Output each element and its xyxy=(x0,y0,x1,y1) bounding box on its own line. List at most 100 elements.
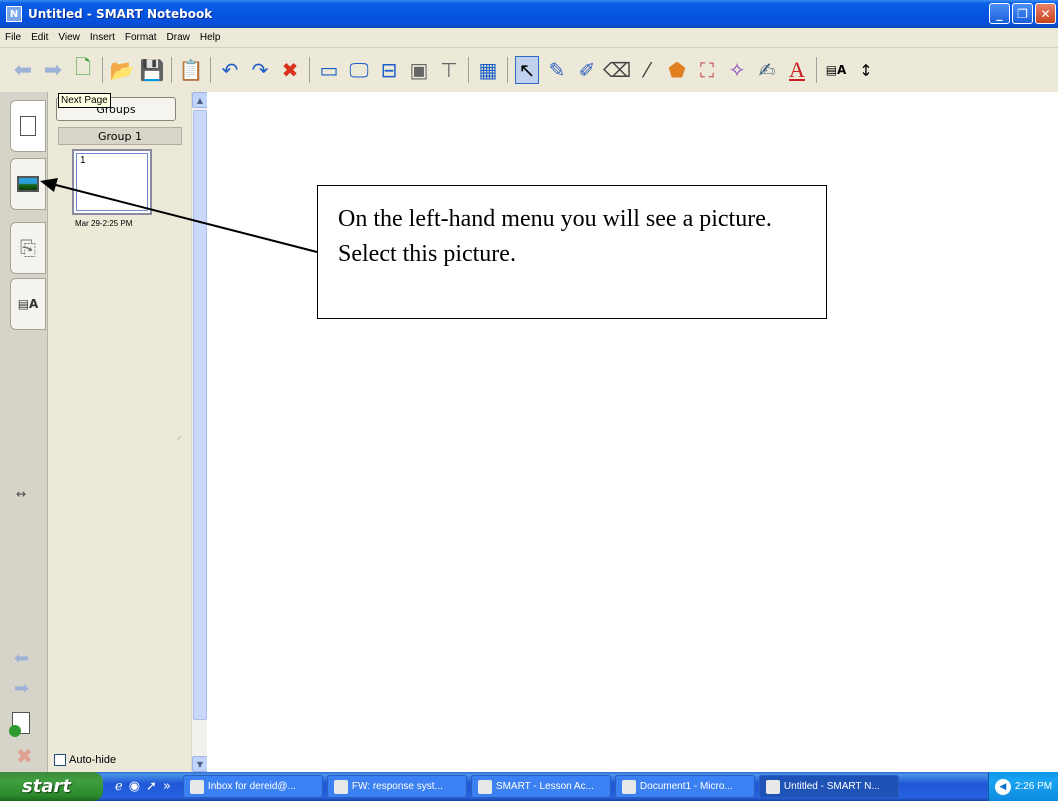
toolbar-divider xyxy=(816,57,817,83)
main-toolbar: ⬅ ➡ 🗋 📂 💾 📋 ↶ ↷ ✖ ▭ 🖵 ⊟ ▣ ⊤ ▦ ↖ ✎ ✐ ⌫ ⁄ … xyxy=(0,48,1058,92)
side-tab-bar: ⎘ ▤A ↔ ⬅ ➡ ✖ xyxy=(0,92,48,772)
mail-icon xyxy=(333,779,348,794)
capture-icon[interactable]: ▣ xyxy=(407,56,431,84)
page-thumbnail[interactable]: 1 xyxy=(72,149,152,215)
whiteboard-canvas[interactable]: On the left-hand menu you will see a pic… xyxy=(207,92,1058,772)
screen-shade-icon[interactable]: ▭ xyxy=(317,56,341,84)
tooltip: Next Page xyxy=(58,93,111,108)
browser-icon xyxy=(477,779,492,794)
toolbar-divider xyxy=(102,57,103,83)
title-bar: N Untitled - SMART Notebook _ ❐ ✕ xyxy=(0,0,1058,28)
browser-icon[interactable]: ℯ xyxy=(115,779,123,794)
window-controls: _ ❐ ✕ xyxy=(989,3,1056,24)
system-tray: ◀ 2:26 PM xyxy=(988,772,1058,801)
add-page-icon[interactable] xyxy=(9,712,30,737)
toolbar-divider xyxy=(210,57,211,83)
delete-page-icon[interactable]: ✖ xyxy=(16,744,33,768)
select-icon[interactable]: ↖ xyxy=(515,56,539,84)
notebook-icon xyxy=(765,779,780,794)
menu-bar: File Edit View Insert Format Draw Help xyxy=(0,28,1058,48)
line-icon[interactable]: ⁄ xyxy=(635,56,659,84)
previous-page-icon[interactable]: ⬅ xyxy=(11,56,35,84)
undo-icon[interactable]: ↶ xyxy=(218,56,242,84)
move-toolbar-icon[interactable]: ↕ xyxy=(854,56,878,84)
start-button[interactable]: start xyxy=(0,772,103,801)
close-button[interactable]: ✕ xyxy=(1035,3,1056,24)
menu-view[interactable]: View xyxy=(53,32,85,43)
page-icon xyxy=(20,116,36,136)
toolbar-divider xyxy=(171,57,172,83)
properties-tab[interactable]: ▤A xyxy=(10,278,46,330)
page-date: Mar 29-2:25 PM xyxy=(75,219,133,228)
dual-page-icon[interactable]: ⊟ xyxy=(377,56,401,84)
tray-expand-icon[interactable]: ◀ xyxy=(994,778,1011,795)
attachments-tab[interactable]: ⎘ xyxy=(10,222,46,274)
minimize-button[interactable]: _ xyxy=(989,3,1010,24)
delete-icon[interactable]: ✖ xyxy=(278,56,302,84)
firefox-icon[interactable]: ◉ xyxy=(129,779,140,794)
vertical-scrollbar[interactable]: ▲ ▼ xyxy=(191,92,208,772)
creative-pen-icon[interactable]: ✐ xyxy=(575,56,599,84)
menu-format[interactable]: Format xyxy=(120,32,162,43)
menu-help[interactable]: Help xyxy=(195,32,226,43)
taskbar-item[interactable]: Document1 - Micro... xyxy=(614,775,755,798)
menu-draw[interactable]: Draw xyxy=(162,32,195,43)
full-screen-icon[interactable]: 🖵 xyxy=(347,56,371,84)
page-number: 1 xyxy=(76,153,148,211)
restore-button[interactable]: ❐ xyxy=(1012,3,1033,24)
taskbar-item[interactable]: SMART - Lesson Ac... xyxy=(470,775,611,798)
scroll-thumb[interactable] xyxy=(193,110,207,720)
paste-icon[interactable]: 📋 xyxy=(179,56,204,84)
eraser-icon[interactable]: ⌫ xyxy=(603,56,631,84)
clock: 2:26 PM xyxy=(1014,781,1053,792)
document-camera-icon[interactable]: ⊤ xyxy=(437,56,461,84)
previous-page-icon[interactable]: ⬅ xyxy=(14,648,29,669)
open-file-icon[interactable]: 📂 xyxy=(110,56,135,84)
save-icon[interactable]: 💾 xyxy=(140,56,165,84)
group-label: Group 1 xyxy=(58,127,182,145)
magic-pen-icon[interactable]: ✧ xyxy=(725,56,749,84)
fill-icon[interactable]: ⛶ xyxy=(695,56,719,84)
toolbar-divider xyxy=(309,57,310,83)
next-page-icon[interactable]: ➡ xyxy=(41,56,65,84)
next-page-icon[interactable]: ➡ xyxy=(14,678,29,699)
table-icon[interactable]: ▦ xyxy=(476,56,500,84)
toolbar-divider xyxy=(468,57,469,83)
window-title: Untitled - SMART Notebook xyxy=(28,7,213,21)
taskbar: start ℯ ◉ ➚ » Inbox for dereid@... FW: r… xyxy=(0,772,1058,801)
scroll-up-button[interactable]: ▲ xyxy=(192,92,208,108)
autohide-option[interactable]: Auto-hide xyxy=(54,754,116,766)
quick-launch: ℯ ◉ ➚ » xyxy=(115,779,171,794)
picture-icon xyxy=(17,176,39,192)
shape-recognition-icon[interactable]: ✍ xyxy=(755,56,779,84)
taskbar-item-active[interactable]: Untitled - SMART N... xyxy=(758,775,899,798)
resize-handle-icon[interactable]: ↔ xyxy=(16,487,26,501)
resize-grip-icon[interactable]: ⸝ xyxy=(177,428,182,442)
blank-page-icon[interactable]: 🗋 xyxy=(71,55,95,84)
properties-icon[interactable]: ▤A xyxy=(824,56,848,84)
start-label: start xyxy=(22,776,71,797)
page-sorter-panel: Groups Next Page Group 1 1 Mar 29-2:25 P… xyxy=(49,92,191,772)
redo-icon[interactable]: ↷ xyxy=(248,56,272,84)
page-sorter-tab[interactable] xyxy=(10,100,46,152)
taskbar-item[interactable]: FW: response syst... xyxy=(326,775,467,798)
shapes-icon[interactable]: ⬟ xyxy=(665,56,689,84)
autohide-checkbox[interactable] xyxy=(54,754,66,766)
paperclip-icon: ⎘ xyxy=(20,236,36,260)
menu-edit[interactable]: Edit xyxy=(26,32,53,43)
properties-icon: ▤A xyxy=(17,297,39,311)
word-icon xyxy=(621,779,636,794)
autohide-label: Auto-hide xyxy=(69,754,117,766)
more-icon[interactable]: » xyxy=(163,779,171,794)
app-icon: N xyxy=(6,6,22,22)
text-icon[interactable]: A xyxy=(785,56,809,84)
pen-icon[interactable]: ✎ xyxy=(545,56,569,84)
messenger-icon[interactable]: ➚ xyxy=(146,779,157,794)
toolbar-divider xyxy=(507,57,508,83)
menu-file[interactable]: File xyxy=(0,32,26,43)
mail-icon xyxy=(189,779,204,794)
scroll-down-button[interactable]: ▼ xyxy=(192,756,208,772)
menu-insert[interactable]: Insert xyxy=(85,32,120,43)
gallery-tab[interactable] xyxy=(10,158,46,210)
taskbar-item[interactable]: Inbox for dereid@... xyxy=(182,775,323,798)
